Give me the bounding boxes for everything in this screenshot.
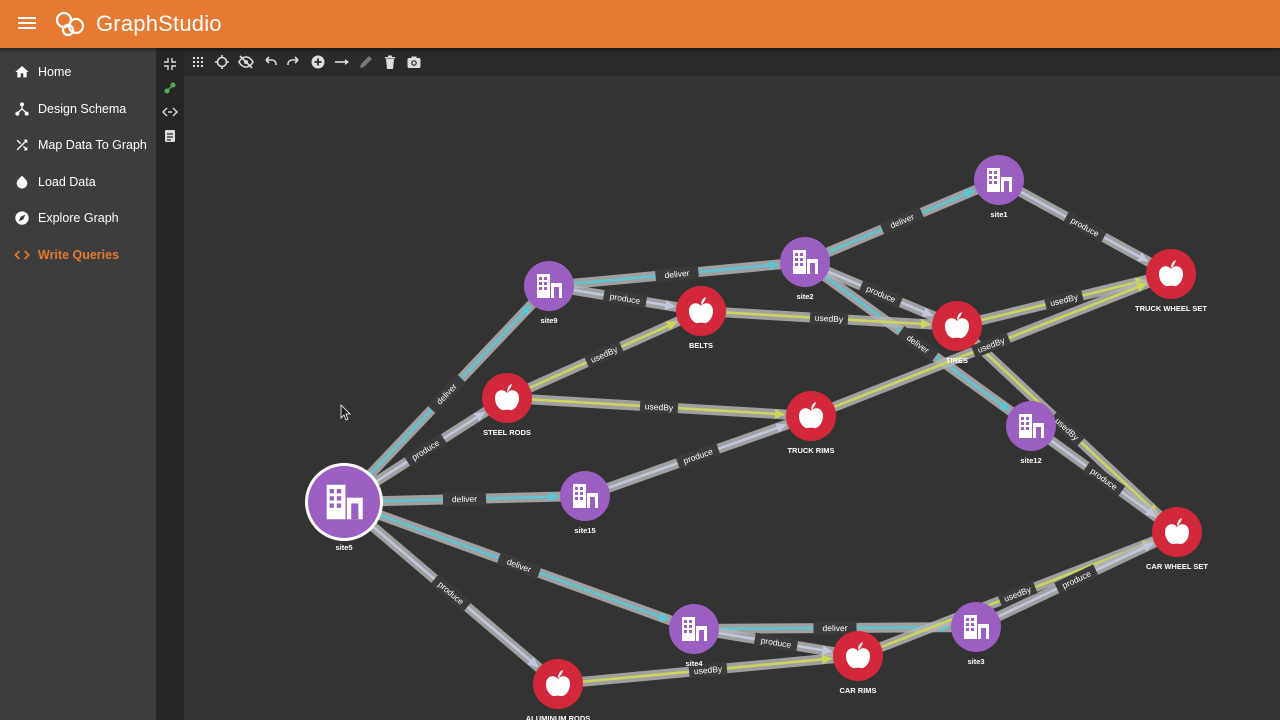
- edge-label: usedBy: [639, 399, 679, 415]
- vertex-truckrims[interactable]: TRUCK RIMS: [786, 391, 836, 455]
- select-all-icon[interactable]: [190, 54, 206, 70]
- vertex-label: site15: [574, 526, 595, 535]
- nav-item-label: Map Data To Graph: [38, 138, 147, 153]
- vertex-label: ALUMINUM RODS: [526, 714, 591, 720]
- edge-label: produce: [602, 288, 648, 309]
- schema-icon: [15, 102, 29, 116]
- graph-canvas[interactable]: deliver produce deliver produce produce deliv…: [184, 76, 1280, 720]
- nav-item-label: Load Data: [38, 174, 96, 189]
- app-logo[interactable]: GraphStudio: [54, 8, 222, 40]
- nav-item-label: Design Schema: [38, 101, 127, 116]
- collapse-panel-icon[interactable]: [162, 56, 178, 72]
- vertical-toolstrip: [156, 48, 184, 720]
- edge-label-text: usedBy: [815, 313, 845, 325]
- table-view-icon[interactable]: [162, 128, 178, 144]
- edge-label: produce: [675, 442, 721, 470]
- edge-label: deliver: [879, 206, 925, 236]
- vertex-label: STEEL RODS: [483, 428, 531, 437]
- nav-item-label: Write Queries: [38, 247, 120, 262]
- nav-item-design-schema[interactable]: Design Schema: [0, 91, 156, 128]
- nav-item-label: Home: [38, 65, 72, 80]
- vertex-site4[interactable]: site4: [669, 604, 719, 668]
- edge-label-text: produce: [436, 579, 466, 607]
- mouse-cursor-icon: [340, 404, 351, 421]
- nav-item-explore-graph[interactable]: Explore Graph: [0, 200, 156, 237]
- shuffle-icon: [16, 139, 28, 151]
- vertex-belts[interactable]: BELTS: [676, 286, 726, 350]
- edge-label-text: usedBy: [589, 344, 620, 365]
- vertex-label: site1: [990, 210, 1007, 219]
- vertex-label: TRUCK WHEEL SET: [1135, 304, 1207, 313]
- nav-item-load-data[interactable]: Load Data: [0, 164, 156, 201]
- edge-label-text: deliver: [452, 494, 477, 505]
- vertex-site2[interactable]: site2: [780, 237, 830, 301]
- vertex-label: site2: [796, 292, 813, 301]
- vertex-label: site12: [1020, 456, 1041, 465]
- vertex-label: BELTS: [689, 341, 713, 350]
- drop-icon: [16, 175, 28, 189]
- json-view-icon[interactable]: [162, 104, 178, 120]
- vertex-site12[interactable]: site12: [1006, 401, 1056, 465]
- graph-mode-icon[interactable]: [162, 80, 178, 96]
- edge-label: deliver: [496, 552, 542, 579]
- hamburger-menu-icon[interactable]: [16, 14, 38, 34]
- edge-label: deliver: [442, 491, 487, 507]
- app-title: GraphStudio: [96, 11, 222, 36]
- nav-item-home[interactable]: Home: [0, 54, 156, 91]
- edge-label: produce: [753, 632, 799, 653]
- vertex-carrims[interactable]: CAR RIMS: [833, 631, 883, 695]
- top-app-bar: GraphStudio: [0, 0, 1280, 48]
- vertex-label: site9: [540, 316, 557, 325]
- vertex-label: site3: [967, 657, 984, 666]
- locate-icon[interactable]: [214, 54, 230, 70]
- redo-icon[interactable]: [286, 54, 302, 70]
- sidebar: Home Design Schema Map Data To Graph Loa…: [0, 48, 156, 720]
- graph-svg[interactable]: deliver produce deliver produce produce deliv…: [184, 76, 1280, 720]
- edge-label-text: usedBy: [645, 401, 675, 413]
- nav-item-label: Explore Graph: [38, 211, 119, 226]
- edge-label-text: usedBy: [1053, 416, 1081, 443]
- vertex-label: site4: [685, 659, 703, 668]
- vertex-site3[interactable]: site3: [951, 602, 1001, 666]
- graphstudio-logo-icon: [55, 11, 85, 37]
- code-icon: [14, 250, 30, 260]
- edge-label: produce: [1063, 210, 1107, 244]
- delete-icon[interactable]: [382, 54, 398, 70]
- edge-label: usedBy: [584, 340, 624, 369]
- vertex-label: TIRES: [946, 356, 968, 365]
- compass-icon: [15, 211, 29, 225]
- edge-label-text: produce: [682, 446, 715, 466]
- vertex-label: CAR WHEEL SET: [1146, 562, 1208, 571]
- vertex-site9[interactable]: site9: [524, 261, 574, 325]
- vertex-site5[interactable]: site5: [305, 463, 383, 552]
- edge-label: deliver: [426, 373, 467, 415]
- vertex-site15[interactable]: site15: [560, 471, 610, 535]
- undo-icon[interactable]: [262, 54, 278, 70]
- vertex-label: site5: [335, 543, 352, 552]
- vertex-site1[interactable]: site1: [974, 155, 1024, 219]
- hide-icon[interactable]: [238, 54, 254, 70]
- edge-label: usedBy: [809, 310, 849, 327]
- edge-label-text: produce: [865, 283, 897, 304]
- edge-label: deliver: [654, 265, 700, 283]
- vertex-steelrods[interactable]: STEEL RODS: [482, 373, 532, 437]
- graph-toolbar: [184, 48, 1280, 76]
- edge-label-text: deliver: [822, 623, 847, 633]
- add-vertex-icon[interactable]: [310, 54, 326, 70]
- nav-item-write-queries[interactable]: Write Queries: [0, 237, 156, 274]
- nav-item-map-data[interactable]: Map Data To Graph: [0, 127, 156, 164]
- vertex-label: TRUCK RIMS: [787, 446, 834, 455]
- add-edge-icon[interactable]: [334, 54, 350, 70]
- home-icon: [15, 66, 29, 78]
- edge-label: produce: [430, 574, 472, 612]
- vertex-label: CAR RIMS: [839, 686, 876, 695]
- camera-icon[interactable]: [406, 54, 422, 70]
- edit-icon[interactable]: [358, 54, 374, 70]
